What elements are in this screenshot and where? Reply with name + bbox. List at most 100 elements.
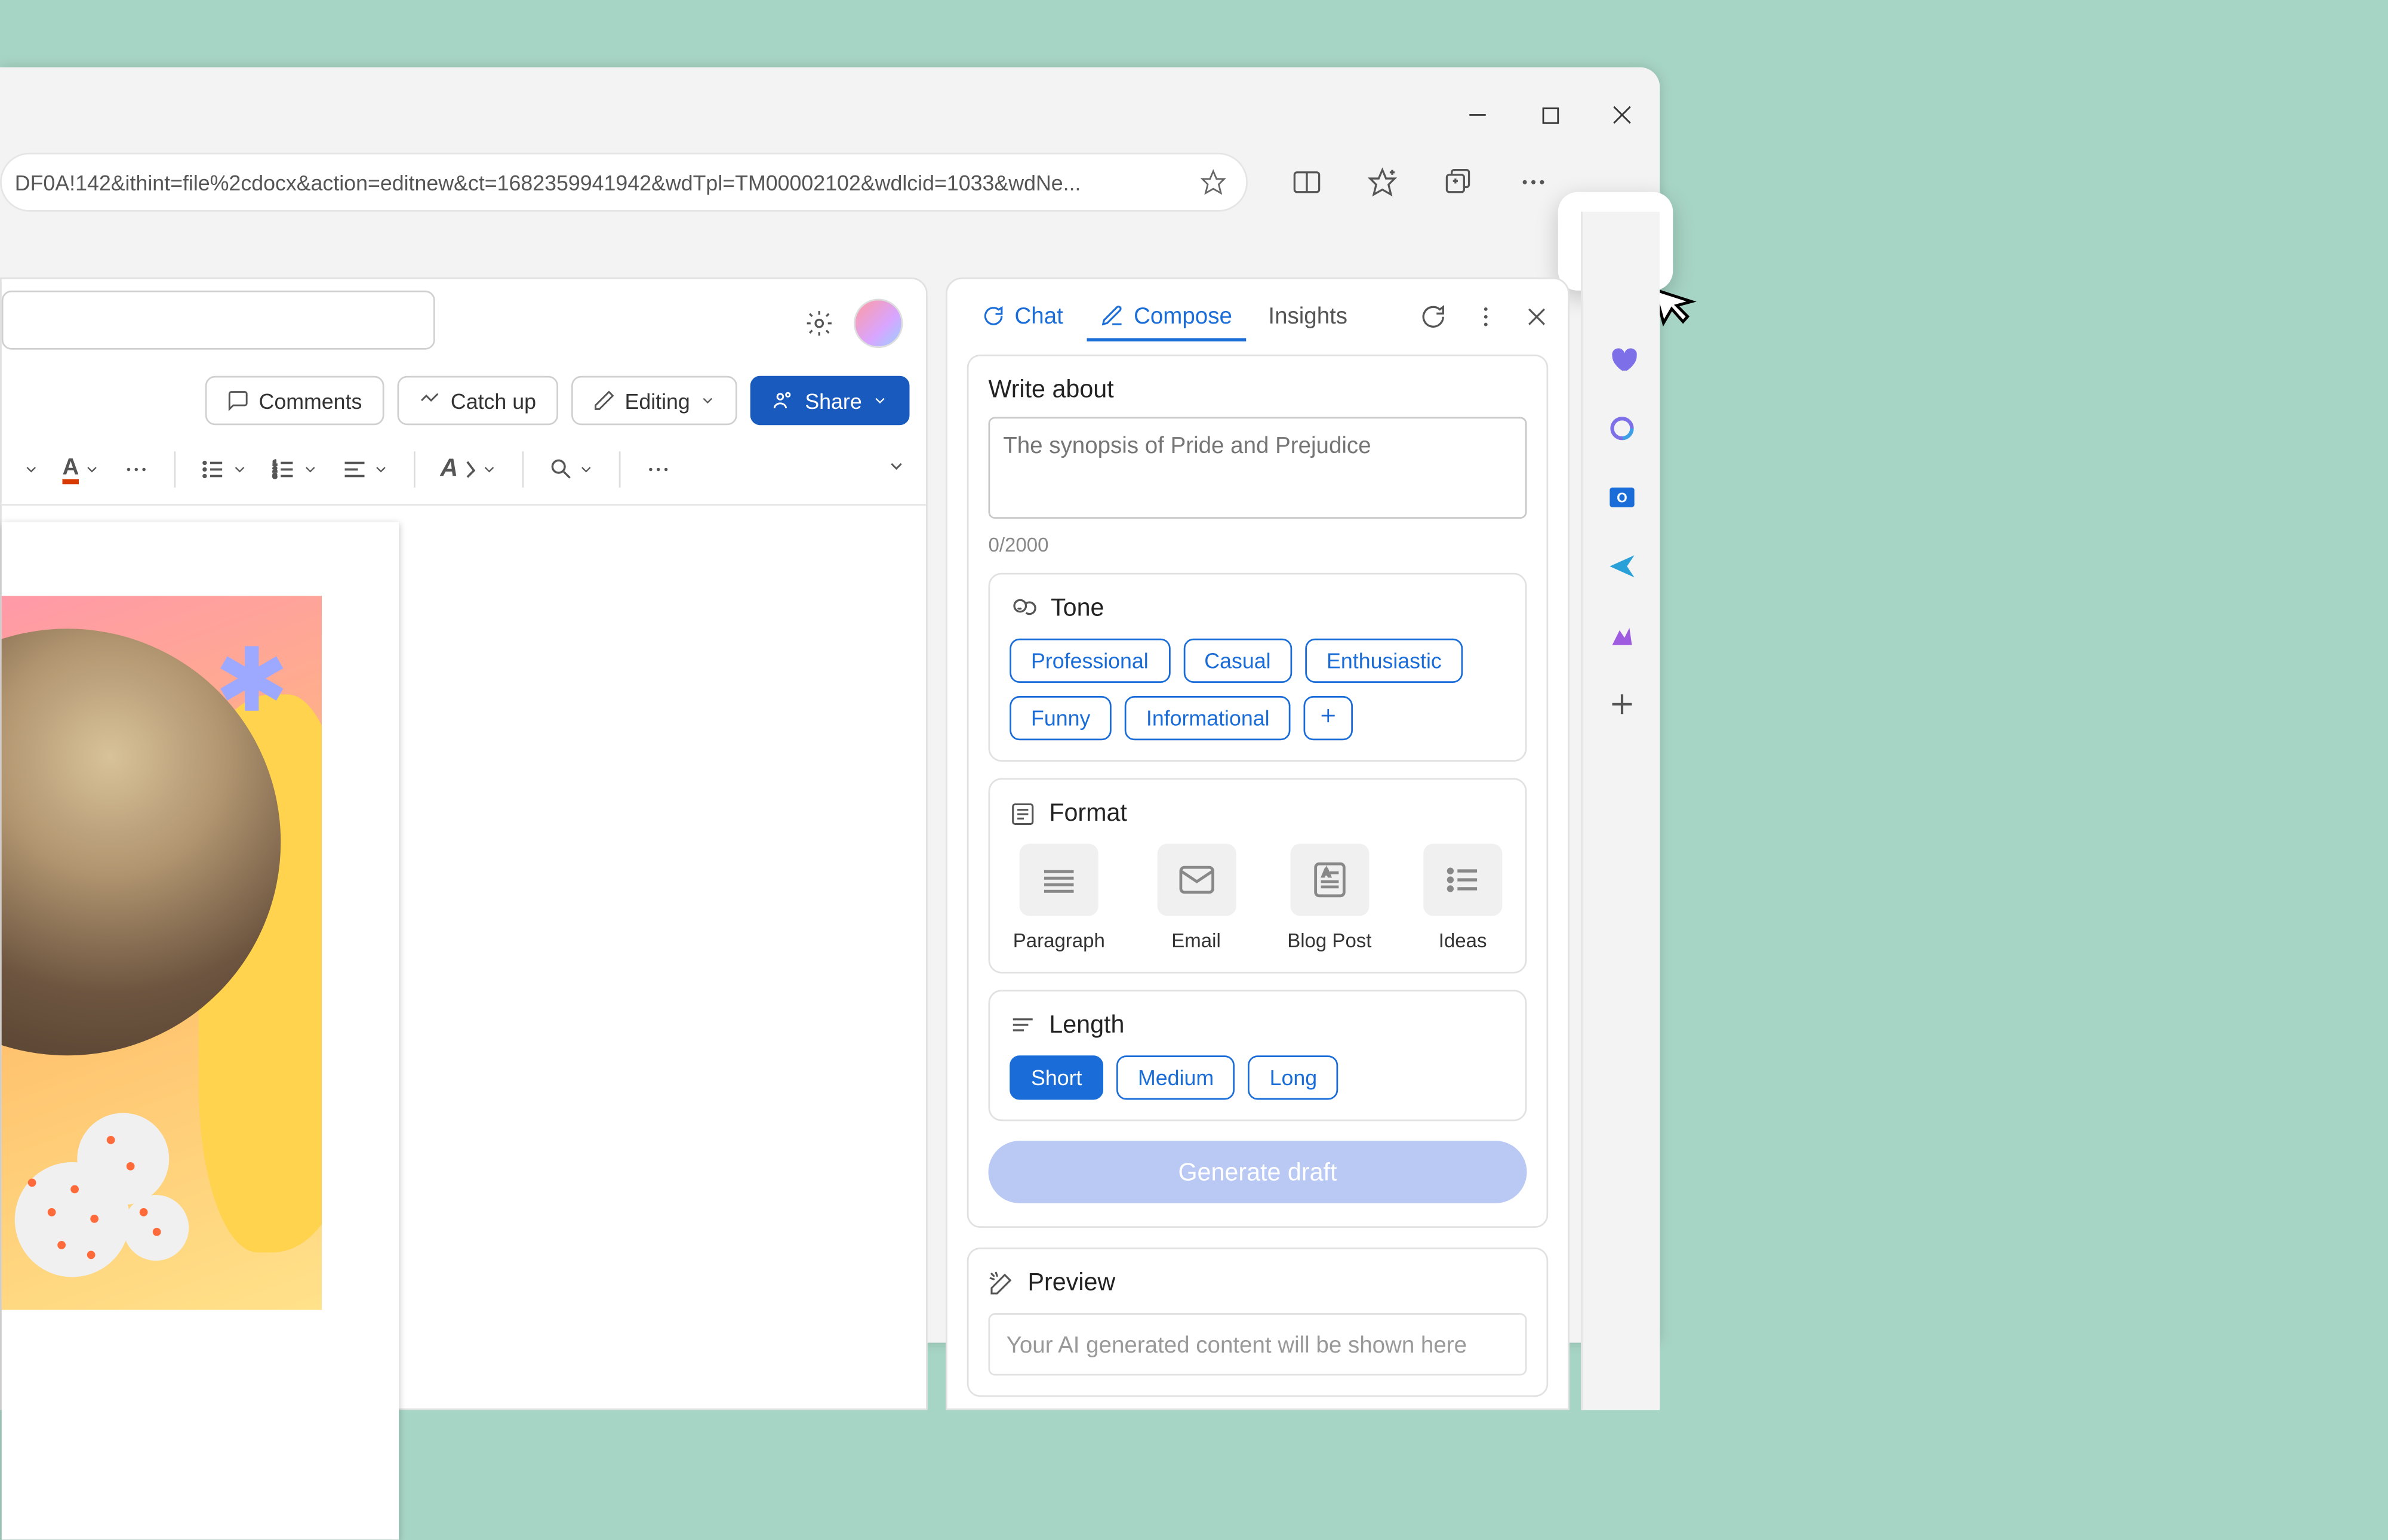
ribbon-more-2[interactable] [640, 449, 676, 488]
format-ideas[interactable]: Ideas [1423, 844, 1502, 953]
align-button[interactable] [337, 449, 394, 488]
copilot-panel: Chat Compose Insights [946, 278, 1570, 1410]
window-controls [1466, 103, 1634, 127]
tone-chip-casual[interactable]: Casual [1183, 639, 1293, 683]
close-button[interactable] [1611, 103, 1634, 127]
svg-text:A: A [1322, 867, 1330, 879]
ribbon-more-1[interactable] [118, 449, 155, 488]
address-bar[interactable]: DF0A!142&ithint=file%2cdocx&action=editn… [0, 153, 1248, 212]
tone-chip-informational[interactable]: Informational [1125, 696, 1291, 740]
editing-button[interactable]: Editing [571, 376, 738, 426]
rail-add-icon[interactable] [1605, 688, 1638, 720]
format-ideas-label: Ideas [1439, 929, 1487, 953]
length-section: Length Short Medium Long [989, 990, 1527, 1121]
copilot-tabs: Chat Compose Insights [947, 279, 1568, 355]
tab-compose-label: Compose [1134, 302, 1232, 328]
doc-search-field[interactable] [2, 291, 435, 350]
preview-icon [989, 1270, 1015, 1296]
blog-icon: A [1290, 844, 1369, 916]
preview-label: Preview [1028, 1269, 1116, 1297]
write-about-input[interactable] [989, 417, 1527, 519]
format-section: Format Paragraph [989, 778, 1527, 974]
doc-action-buttons: Comments Catch up Editing Share [2, 368, 926, 433]
format-email-label: Email [1171, 929, 1221, 953]
length-label: Length [1049, 1011, 1124, 1039]
ribbon-dropdown-1[interactable] [18, 454, 44, 483]
rail-favorite-icon[interactable] [1605, 343, 1638, 376]
tab-insights-label: Insights [1268, 302, 1347, 328]
format-blog[interactable]: A Blog Post [1287, 844, 1371, 953]
user-avatar[interactable] [854, 299, 903, 349]
more-icon[interactable] [1519, 168, 1549, 198]
tab-compose[interactable]: Compose [1086, 292, 1245, 342]
ribbon-collapse-icon[interactable] [887, 457, 906, 476]
settings-icon[interactable] [805, 309, 835, 338]
format-paragraph-label: Paragraph [1013, 929, 1105, 953]
rail-office-icon[interactable] [1605, 412, 1638, 445]
comments-button[interactable]: Comments [205, 376, 383, 426]
doc-top-bar [2, 279, 926, 368]
document-page: ✱ [2, 522, 399, 1540]
format-label: Format [1049, 799, 1127, 827]
favorites-icon[interactable] [1368, 168, 1398, 198]
length-chip-medium[interactable]: Medium [1116, 1055, 1235, 1099]
tab-chat[interactable]: Chat [967, 292, 1076, 342]
catch-up-label: Catch up [451, 388, 536, 412]
browser-window: DF0A!142&ithint=file%2cdocx&action=editn… [0, 67, 1660, 1343]
address-text: DF0A!142&ithint=file%2cdocx&action=editn… [15, 170, 1190, 195]
tab-insights[interactable]: Insights [1255, 292, 1361, 342]
maximize-button[interactable] [1538, 103, 1562, 127]
bullets-button[interactable] [196, 449, 253, 488]
tone-section: Tone Professional Casual Enthusiastic Fu… [989, 573, 1527, 762]
tone-label: Tone [1051, 595, 1104, 623]
bubble-decoration [8, 1097, 205, 1293]
format-email[interactable]: Email [1157, 844, 1236, 953]
write-about-label: Write about [989, 376, 1527, 404]
length-chip-long[interactable]: Long [1248, 1055, 1338, 1099]
collections-icon[interactable] [1443, 168, 1473, 198]
tone-chip-add[interactable] [1304, 696, 1353, 740]
styles-button[interactable]: A [435, 448, 502, 489]
preview-output: Your AI generated content will be shown … [989, 1313, 1527, 1376]
tone-icon [1010, 595, 1038, 623]
font-color-button[interactable]: A [57, 446, 105, 491]
find-button[interactable] [543, 450, 599, 488]
panel-more-icon[interactable] [1473, 304, 1499, 330]
paragraph-icon [1020, 844, 1098, 916]
minimize-button[interactable] [1466, 103, 1490, 127]
rail-designer-icon[interactable] [1605, 619, 1638, 652]
ribbon-toolbar: A 123 [2, 433, 926, 506]
catch-up-button[interactable]: Catch up [396, 376, 558, 426]
rail-outlook-icon[interactable]: O [1605, 481, 1638, 514]
address-bar-row: DF0A!142&ithint=file%2cdocx&action=editn… [0, 148, 1660, 217]
share-button[interactable]: Share [751, 376, 910, 426]
compose-card: Write about 0/2000 Tone Professional [967, 355, 1549, 1228]
tone-chip-funny[interactable]: Funny [1010, 696, 1112, 740]
char-counter: 0/2000 [989, 534, 1527, 557]
editing-label: Editing [625, 388, 690, 412]
edge-sidebar-rail: O [1581, 212, 1660, 1410]
favorite-icon[interactable] [1200, 169, 1226, 195]
comments-label: Comments [259, 388, 362, 412]
document-hero-image: ✱ [2, 596, 322, 1310]
rail-send-icon[interactable] [1605, 550, 1638, 583]
svg-text:3: 3 [273, 472, 277, 479]
tone-chip-enthusiastic[interactable]: Enthusiastic [1305, 639, 1463, 683]
length-chip-short[interactable]: Short [1010, 1055, 1103, 1099]
format-paragraph[interactable]: Paragraph [1013, 844, 1105, 953]
tone-chip-professional[interactable]: Professional [1010, 639, 1170, 683]
share-label: Share [805, 388, 861, 412]
preview-card: Preview Your AI generated content will b… [967, 1248, 1549, 1397]
length-icon [1010, 1012, 1036, 1038]
tab-chat-label: Chat [1015, 302, 1063, 328]
ideas-icon [1423, 844, 1502, 916]
format-icon [1010, 800, 1036, 827]
panel-close-icon[interactable] [1525, 306, 1549, 329]
svg-text:O: O [1616, 490, 1627, 506]
split-screen-icon[interactable] [1292, 168, 1322, 198]
format-blog-label: Blog Post [1287, 929, 1371, 953]
numbering-button[interactable]: 123 [266, 449, 324, 488]
generate-draft-button[interactable]: Generate draft [989, 1141, 1527, 1203]
document-area: Comments Catch up Editing Share [0, 278, 928, 1410]
refresh-icon[interactable] [1420, 304, 1447, 330]
